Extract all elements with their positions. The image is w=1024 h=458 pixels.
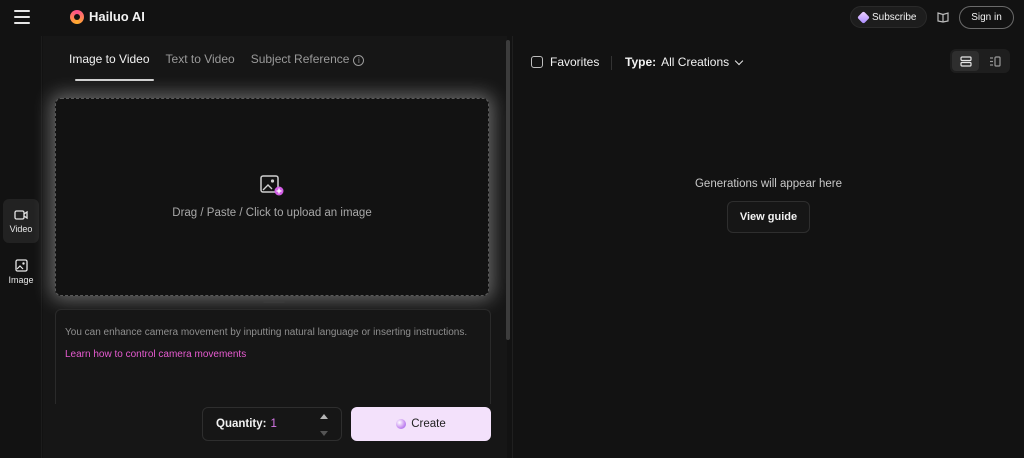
decrement-icon[interactable] — [320, 431, 328, 436]
view-guide-button[interactable]: View guide — [727, 201, 810, 233]
creations-panel: Favorites Type: All Creations Generation… — [513, 36, 1024, 458]
generation-panel: Image to Video Text to Video Subject Ref… — [43, 36, 507, 458]
increment-icon[interactable] — [320, 414, 328, 419]
image-icon — [14, 259, 28, 272]
tab-image-to-video[interactable]: Image to Video — [69, 52, 154, 81]
logo[interactable]: Hailuo AI — [70, 9, 145, 24]
subscribe-label: Subscribe — [872, 11, 917, 23]
quantity-stepper[interactable]: Quantity: 1 — [202, 407, 342, 441]
create-button[interactable]: Create — [351, 407, 491, 441]
type-label: Type: — [625, 55, 657, 69]
prompt-placeholder: You can enhance camera movement by input… — [65, 327, 468, 338]
book-icon[interactable] — [937, 11, 949, 23]
panel-scrollbar[interactable] — [506, 40, 510, 340]
stepper-arrows — [319, 414, 329, 436]
camera-movements-link[interactable]: Learn how to control camera movements — [65, 349, 246, 360]
tab-subject-reference[interactable]: Subject Reference i — [251, 52, 365, 80]
chevron-down-icon — [734, 56, 744, 65]
create-label: Create — [411, 418, 446, 430]
view-toggle — [950, 49, 1010, 73]
favorites-checkbox[interactable] — [531, 56, 543, 68]
sign-in-button[interactable]: Sign in — [959, 6, 1014, 29]
list-view-icon — [959, 55, 972, 67]
brand-name: Hailuo AI — [89, 9, 145, 24]
rail-item-label: Image — [8, 275, 34, 285]
tab-text-to-video[interactable]: Text to Video — [166, 52, 235, 80]
top-bar: Hailuo AI Subscribe Sign in — [0, 0, 1024, 36]
rail-item-label: Video — [9, 223, 33, 234]
left-rail: Video Image — [0, 36, 42, 458]
quantity-label: Quantity: — [216, 418, 267, 430]
resize-handle[interactable] — [263, 301, 285, 303]
mode-tabs: Image to Video Text to Video Subject Ref… — [69, 52, 365, 81]
logo-icon — [70, 9, 84, 24]
quantity-value: 1 — [270, 418, 277, 430]
favorites-filter[interactable]: Favorites — [531, 55, 599, 69]
orb-icon — [396, 419, 407, 429]
rail-item-video[interactable]: Video — [3, 199, 39, 243]
favorites-label: Favorites — [550, 55, 600, 69]
type-value: All Creations — [661, 55, 730, 69]
prompt-input[interactable]: You can enhance camera movement by input… — [55, 309, 491, 404]
empty-state-message: Generations will appear here — [694, 178, 843, 190]
image-upload-area[interactable]: Drag / Paste / Click to upload an image — [55, 98, 489, 296]
menu-icon[interactable] — [14, 10, 30, 24]
add-image-icon — [260, 175, 284, 196]
diamond-icon — [857, 10, 870, 24]
type-dropdown[interactable]: Type: All Creations — [625, 55, 744, 69]
detail-view-button[interactable] — [981, 51, 1008, 71]
subscribe-button[interactable]: Subscribe — [850, 6, 928, 28]
detail-view-icon — [989, 55, 1001, 67]
rail-item-image[interactable]: Image — [3, 250, 39, 294]
upload-instructions: Drag / Paste / Click to upload an image — [172, 207, 372, 219]
filter-separator — [611, 56, 612, 70]
grid-view-button[interactable] — [952, 51, 979, 71]
info-icon[interactable]: i — [353, 55, 365, 66]
video-icon — [14, 209, 28, 220]
